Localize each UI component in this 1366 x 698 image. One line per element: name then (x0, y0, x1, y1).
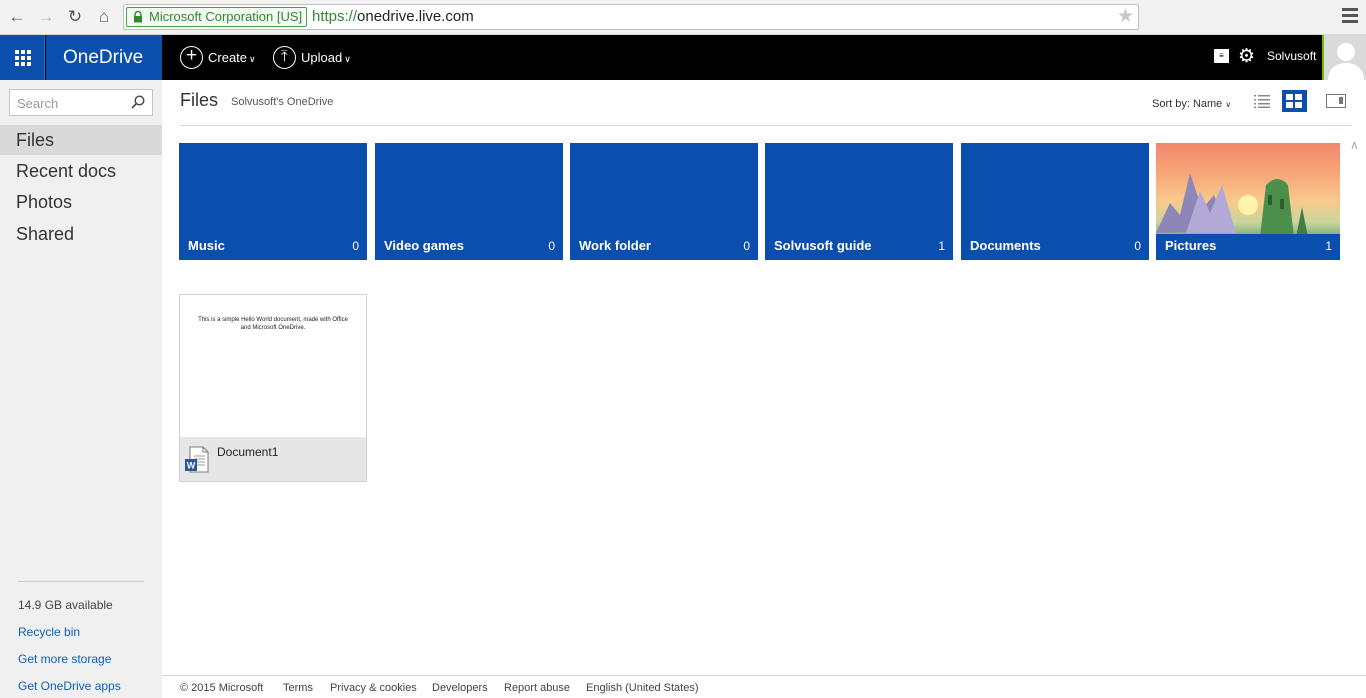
ev-certificate-badge[interactable]: Microsoft Corporation [US] (126, 7, 308, 27)
chevron-down-icon: ∨ (344, 54, 351, 64)
upload-label: Upload (301, 50, 343, 65)
reload-icon[interactable]: ↻ (64, 6, 86, 28)
file-tile-document1[interactable]: This is a simple Hello World document, m… (179, 294, 367, 482)
notifications-icon[interactable]: ≡ (1214, 49, 1229, 63)
sidebar-divider (18, 581, 144, 582)
word-document-icon: W (185, 446, 209, 473)
lock-icon (134, 11, 142, 23)
folder-tile-video-games[interactable]: Video games 0 (375, 143, 563, 260)
plus-icon: + (180, 46, 203, 69)
folder-tile-solvusoft-guide[interactable]: Solvusoft guide 1 (765, 143, 953, 260)
get-onedrive-apps-link[interactable]: Get OneDrive apps (18, 679, 121, 693)
folder-count: 1 (938, 239, 945, 253)
copyright: © 2015 Microsoft (180, 682, 264, 694)
details-pane-icon[interactable] (1326, 94, 1346, 108)
sidebar-item-recent-docs[interactable]: Recent docs (0, 156, 162, 186)
user-name[interactable]: Solvusoft (1267, 49, 1316, 63)
folder-tile-music[interactable]: Music 0 (179, 143, 367, 260)
recycle-bin-link[interactable]: Recycle bin (18, 625, 80, 639)
chevron-down-icon: ∨ (1225, 100, 1232, 109)
create-button[interactable]: + Create ∨ (180, 46, 256, 70)
file-tile-footer: W Document1 (180, 437, 366, 481)
footer-link-developers[interactable]: Developers (432, 682, 488, 694)
sidebar-item-files[interactable]: Files (0, 125, 162, 155)
list-view-icon[interactable] (1254, 94, 1270, 108)
storage-available: 14.9 GB available (18, 598, 113, 612)
chevron-down-icon: ∨ (249, 54, 256, 64)
get-more-storage-link[interactable]: Get more storage (18, 652, 111, 666)
tiles-view-icon[interactable] (1282, 90, 1307, 112)
user-silhouette-icon (1328, 43, 1364, 80)
sort-by-dropdown[interactable]: Sort by: Name ∨ (1152, 98, 1231, 110)
left-navigation: Search Files Recent docs Photos Shared 1… (0, 80, 162, 698)
browser-menu-icon[interactable] (1342, 8, 1358, 24)
url-scheme: https:// (312, 8, 358, 25)
folder-count: 0 (1134, 239, 1141, 253)
folder-count: 0 (352, 239, 359, 253)
folder-name: Video games (384, 238, 464, 253)
svg-text:W: W (187, 461, 196, 471)
app-bar: OneDrive + Create ∨ ⤒ Upload ∨ ≡ ⚙ Solvuso… (0, 35, 1366, 80)
folder-name: Solvusoft guide (774, 238, 872, 253)
breadcrumb[interactable]: Solvusoft's OneDrive (231, 96, 333, 108)
browser-toolbar: ← → ↻ ⌂ Microsoft Corporation [US] https… (0, 0, 1366, 35)
url-host: onedrive.live.com (357, 8, 474, 25)
header-divider (180, 125, 1352, 126)
document-preview: This is a simple Hello World document, m… (180, 295, 366, 437)
folder-tile-work-folder[interactable]: Work folder 0 (570, 143, 758, 260)
sort-by-label: Sort by: Name (1152, 98, 1223, 110)
document-preview-text: This is a simple Hello World document, m… (198, 317, 348, 331)
page-footer: © 2015 Microsoft Terms Privacy & cookies… (162, 675, 1366, 698)
scroll-up-icon[interactable]: ∧ (1350, 138, 1359, 152)
create-label: Create (208, 50, 248, 65)
folder-tile-pictures[interactable]: Pictures 1 (1156, 143, 1340, 260)
folder-name: Pictures (1165, 238, 1217, 253)
folder-name: Music (188, 238, 225, 253)
gear-icon[interactable]: ⚙ (1238, 45, 1255, 69)
folder-count: 0 (743, 239, 750, 253)
url-text[interactable]: https://onedrive.live.com (312, 8, 474, 26)
sidebar-item-shared[interactable]: Shared (0, 219, 162, 249)
folder-tile-documents[interactable]: Documents 0 (961, 143, 1149, 260)
forward-arrow-icon[interactable]: → (35, 6, 57, 28)
footer-link-privacy[interactable]: Privacy & cookies (330, 682, 417, 694)
folder-count: 1 (1325, 239, 1332, 253)
home-icon[interactable]: ⌂ (93, 6, 115, 28)
sidebar-item-photos[interactable]: Photos (0, 187, 162, 217)
search-placeholder: Search (17, 96, 59, 111)
ev-certificate-label: Microsoft Corporation [US] (149, 9, 303, 24)
footer-link-terms[interactable]: Terms (283, 682, 313, 694)
main-content: Files Solvusoft's OneDrive Sort by: Name… (162, 80, 1366, 698)
onedrive-brand[interactable]: OneDrive (46, 35, 162, 80)
search-icon[interactable] (131, 95, 145, 109)
app-launcher-icon[interactable] (0, 35, 45, 80)
avatar[interactable] (1322, 35, 1366, 80)
folder-name: Work folder (579, 238, 651, 253)
page-title: Files (180, 90, 219, 110)
bookmark-star-icon[interactable]: ★ (1117, 6, 1134, 28)
folder-count: 0 (548, 239, 555, 253)
upload-icon: ⤒ (273, 46, 296, 69)
footer-link-report-abuse[interactable]: Report abuse (504, 682, 570, 694)
footer-link-language[interactable]: English (United States) (586, 682, 699, 694)
search-input[interactable]: Search (9, 89, 153, 116)
address-bar[interactable]: Microsoft Corporation [US] https://onedr… (123, 4, 1139, 30)
back-arrow-icon[interactable]: ← (6, 6, 28, 28)
file-name: Document1 (217, 445, 279, 459)
upload-button[interactable]: ⤒ Upload ∨ (273, 46, 351, 70)
folder-name: Documents (970, 238, 1041, 253)
